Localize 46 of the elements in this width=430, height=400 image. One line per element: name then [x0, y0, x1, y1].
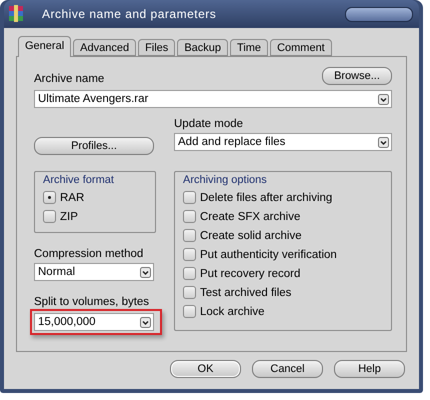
field-value: Add and replace files — [178, 136, 286, 148]
option-label: Create SFX archive — [200, 210, 300, 222]
option-label: RAR — [60, 192, 84, 204]
radio-button[interactable] — [43, 191, 56, 204]
checkbox[interactable] — [183, 305, 196, 318]
profiles-button[interactable]: Profiles... — [34, 137, 154, 155]
group-title: Archiving options — [183, 174, 268, 186]
window-controls[interactable] — [345, 6, 413, 22]
update-mode-combo[interactable]: Add and replace files — [174, 133, 392, 151]
tab[interactable]: Files — [138, 39, 176, 56]
option-label: Delete files after archiving — [200, 192, 332, 204]
dialog-button[interactable]: Cancel — [252, 360, 323, 378]
checkbox[interactable] — [183, 210, 196, 223]
checkbox[interactable] — [183, 191, 196, 204]
field-label: Update mode — [174, 118, 244, 130]
option-label: Create solid archive — [200, 230, 302, 242]
tab[interactable]: General — [18, 36, 72, 57]
tab[interactable]: Comment — [270, 39, 332, 56]
archive-name-combo[interactable]: Ultimate Avengers.rar — [34, 90, 392, 108]
radio-button[interactable] — [43, 210, 56, 223]
field-label: Archive name — [34, 73, 104, 85]
field-value: 15,000,000 — [38, 316, 96, 328]
field-label: Compression method — [34, 248, 144, 260]
dialog-button[interactable]: Help — [334, 360, 405, 378]
group-title: Archive format — [43, 174, 115, 186]
split-volumes-combo[interactable]: 15,000,000 — [34, 313, 154, 331]
field-value: Normal — [38, 266, 76, 278]
field-value: Ultimate Avengers.rar — [38, 93, 148, 105]
tab[interactable]: Time — [230, 39, 268, 56]
tab[interactable]: Backup — [177, 39, 228, 56]
checkbox[interactable] — [183, 267, 196, 280]
browse-button[interactable]: Browse... — [322, 67, 392, 85]
dialog-button[interactable]: OK — [170, 360, 241, 378]
archive-books-icon — [8, 5, 24, 23]
tab[interactable]: Advanced — [73, 39, 136, 56]
field-label: Split to volumes, bytes — [34, 296, 150, 308]
option-label: Lock archive — [200, 306, 265, 318]
checkbox[interactable] — [183, 286, 196, 299]
option-label: Test archived files — [200, 286, 292, 298]
compression-combo[interactable]: Normal — [34, 263, 154, 281]
checkbox[interactable] — [183, 248, 196, 261]
option-label: Put recovery record — [200, 268, 300, 280]
option-label: ZIP — [60, 210, 78, 222]
window-title: Archive name and parameters — [42, 7, 216, 21]
option-label: Put authenticity verification — [200, 248, 337, 260]
checkbox[interactable] — [183, 229, 196, 242]
